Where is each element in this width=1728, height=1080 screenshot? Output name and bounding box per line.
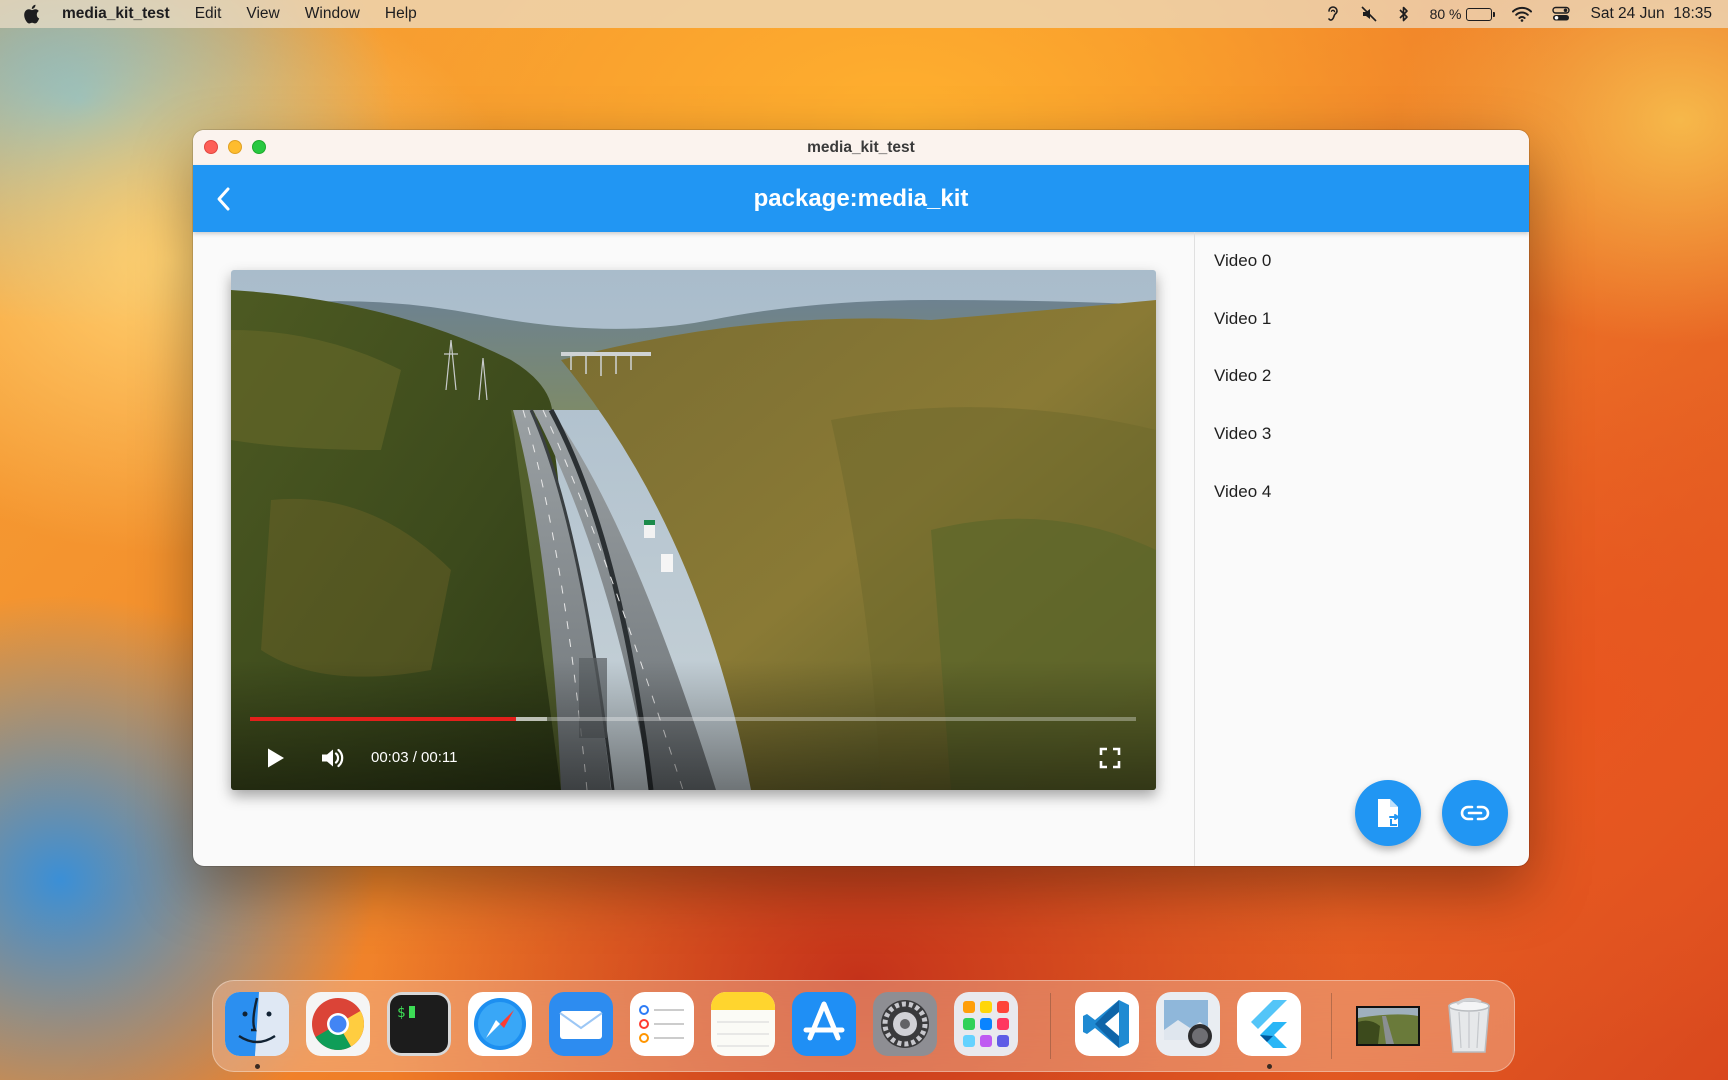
menu-view[interactable]: View — [246, 5, 279, 23]
link-icon — [1460, 805, 1490, 821]
dock-chrome-icon[interactable] — [306, 992, 370, 1056]
dock-separator — [1050, 993, 1051, 1059]
dock-launchpad-icon[interactable] — [954, 992, 1018, 1056]
playback-time: 00:03 / 00:11 — [371, 749, 458, 766]
menu-help[interactable]: Help — [385, 5, 417, 23]
window-zoom-button[interactable] — [252, 140, 266, 154]
dock-safari-icon[interactable] — [468, 992, 532, 1056]
menu-window[interactable]: Window — [305, 5, 360, 23]
bluetooth-icon[interactable] — [1398, 5, 1410, 23]
video-list-item-1[interactable]: Video 1 — [1195, 290, 1529, 348]
main-content: 00:03 / 00:11 Video 0 Video 1 Video 2 Vi… — [193, 232, 1529, 866]
dock-reminders-icon[interactable] — [630, 992, 694, 1056]
dock-flutter-icon[interactable] — [1237, 992, 1301, 1056]
app-bar: package:media_kit — [193, 165, 1529, 232]
dock-trash-icon[interactable] — [1437, 992, 1501, 1056]
open-file-button[interactable] — [1355, 780, 1421, 846]
play-button[interactable] — [265, 746, 287, 770]
battery-percent: 80 % — [1429, 6, 1462, 22]
dock-terminal-icon[interactable]: $ — [387, 992, 451, 1056]
dock-app-store-icon[interactable] — [792, 992, 856, 1056]
video-list-item-2[interactable]: Video 2 — [1195, 347, 1529, 405]
window-title: media_kit_test — [807, 138, 915, 156]
hearing-icon[interactable] — [1326, 5, 1340, 23]
dock-preview-icon[interactable] — [1156, 992, 1220, 1056]
seek-bar[interactable] — [250, 717, 1136, 721]
dock-video-thumbnail-icon[interactable] — [1356, 992, 1420, 1056]
dock-finder-icon[interactable] — [225, 992, 289, 1056]
volume-button[interactable] — [319, 745, 345, 771]
window-minimize-button[interactable] — [228, 140, 242, 154]
play-icon — [268, 748, 284, 768]
apple-menu-icon[interactable] — [22, 4, 40, 24]
video-list: Video 0 Video 1 Video 2 Video 3 Video 4 — [1195, 232, 1529, 520]
dock-finder-running-dot — [255, 1064, 260, 1069]
controls-gradient — [231, 660, 1156, 790]
open-url-button[interactable] — [1442, 780, 1508, 846]
dock-separator — [1331, 993, 1332, 1059]
dock-vscode-icon[interactable] — [1075, 992, 1139, 1056]
menu-bar: media_kit_test Edit View Window Help 80 … — [0, 0, 1728, 28]
sound-muted-icon[interactable] — [1360, 5, 1378, 23]
dock: $ — [212, 980, 1515, 1072]
window-titlebar[interactable]: media_kit_test — [193, 130, 1529, 165]
back-button[interactable] — [207, 182, 241, 216]
menu-edit[interactable]: Edit — [195, 5, 222, 23]
traffic-lights — [204, 140, 276, 154]
video-player[interactable]: 00:03 / 00:11 — [231, 270, 1156, 790]
video-list-item-3[interactable]: Video 3 — [1195, 405, 1529, 463]
video-list-item-0[interactable]: Video 0 — [1195, 232, 1529, 290]
app-bar-title: package:media_kit — [753, 184, 969, 212]
arrow-back-icon — [217, 187, 230, 211]
volume-up-icon — [322, 748, 344, 768]
fullscreen-icon — [1099, 747, 1121, 769]
seek-played — [250, 717, 516, 721]
svg-text:$: $ — [397, 1005, 405, 1021]
fullscreen-button[interactable] — [1098, 746, 1122, 770]
menu-app-name[interactable]: media_kit_test — [62, 5, 170, 23]
control-center-icon[interactable] — [1552, 6, 1571, 22]
dock-mail-icon[interactable] — [549, 992, 613, 1056]
wifi-icon[interactable] — [1512, 6, 1533, 22]
window-close-button[interactable] — [204, 140, 218, 154]
menubar-clock[interactable]: Sat 24 Jun 18:35 — [1590, 5, 1712, 23]
battery-icon — [1466, 7, 1496, 21]
video-list-item-4[interactable]: Video 4 — [1195, 463, 1529, 521]
dock-flutter-running-dot — [1267, 1064, 1272, 1069]
app-window: media_kit_test package:media_kit 00:03 /… — [193, 130, 1529, 866]
dock-system-settings-icon[interactable] — [873, 992, 937, 1056]
dock-notes-icon[interactable] — [711, 992, 775, 1056]
battery-status[interactable]: 80 % — [1429, 6, 1496, 22]
file-open-icon — [1378, 799, 1399, 827]
